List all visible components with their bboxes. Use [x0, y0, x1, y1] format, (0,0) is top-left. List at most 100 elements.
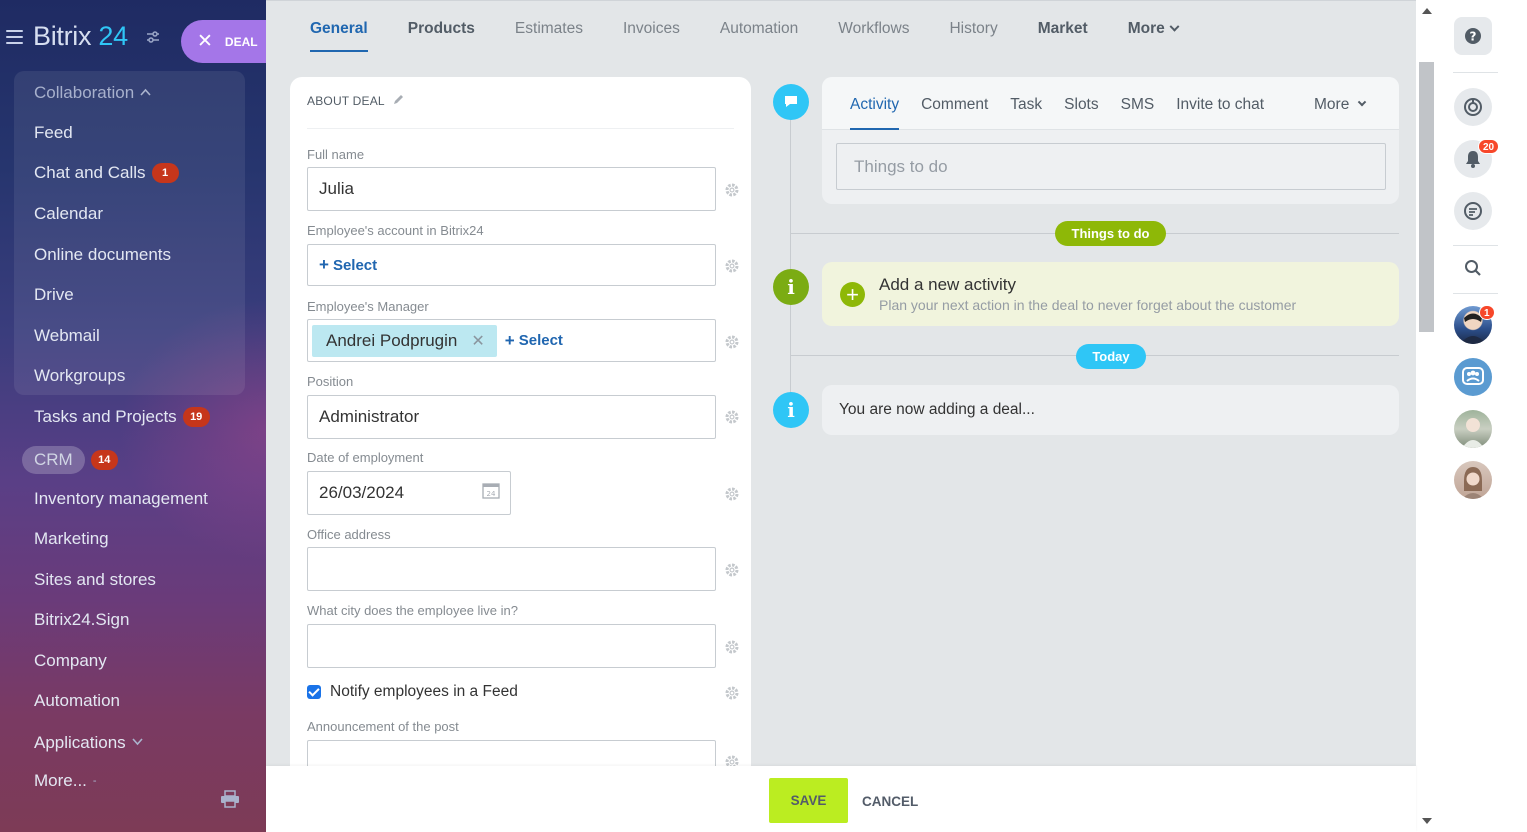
copilot-icon[interactable] — [1454, 88, 1492, 126]
menu-burger-icon[interactable] — [6, 30, 23, 44]
sidebar-item-drive[interactable]: Drive — [34, 285, 74, 305]
sidebar-item-label: Applications — [34, 733, 126, 752]
sidebar-item-chat[interactable]: Chat and Calls 1 — [34, 163, 179, 183]
gear-icon[interactable] — [724, 486, 740, 502]
sidebar-item-marketing[interactable]: Marketing — [34, 529, 109, 549]
manager-chip: Andrei Podprugin ✕ — [312, 324, 497, 357]
tab-automation[interactable]: Automation — [720, 20, 798, 52]
tab-market[interactable]: Market — [1038, 20, 1088, 52]
help-icon[interactable]: ? — [1454, 17, 1492, 55]
sidebar-item-workgroups[interactable]: Workgroups — [34, 366, 125, 386]
cancel-button[interactable]: CANCEL — [862, 794, 918, 809]
activity-more-button[interactable]: More — [1314, 96, 1367, 114]
tab-history[interactable]: History — [949, 20, 997, 52]
sidebar-item-collaboration[interactable]: Collaboration — [34, 83, 151, 103]
avatar-user-2[interactable] — [1454, 410, 1492, 448]
separator — [1453, 245, 1498, 246]
sidebar-item-label: Webmail — [34, 326, 100, 345]
office-label: Office address — [307, 527, 391, 542]
gear-icon[interactable] — [724, 182, 740, 198]
deal-close-button[interactable]: ✕ DEAL — [181, 20, 266, 63]
manager-label: Employee's Manager — [307, 299, 429, 314]
tab-invoices[interactable]: Invoices — [623, 20, 680, 52]
logo[interactable]: Bitrix 24 — [33, 21, 128, 52]
sidebar-item-calendar[interactable]: Calendar — [34, 204, 103, 224]
sidebar-item-webmail[interactable]: Webmail — [34, 326, 100, 346]
tab-general[interactable]: General — [310, 20, 368, 52]
sidebar-item-label: Marketing — [34, 529, 109, 548]
tab-estimates[interactable]: Estimates — [515, 20, 583, 52]
gear-icon[interactable] — [724, 409, 740, 425]
tab-slots[interactable]: Slots — [1064, 96, 1098, 130]
sidebar-item-automation[interactable]: Automation — [34, 691, 120, 711]
full-name-label: Full name — [307, 147, 365, 162]
printer-icon[interactable] — [220, 790, 240, 808]
sidebar-item-online-documents[interactable]: Online documents — [34, 245, 171, 265]
sidebar-item-sites[interactable]: Sites and stores — [34, 570, 156, 590]
tab-more[interactable]: More — [1128, 20, 1180, 52]
now-adding-card: You are now adding a deal... — [822, 385, 1399, 435]
gear-icon[interactable] — [724, 685, 740, 701]
tab-activity[interactable]: Activity — [850, 96, 900, 130]
city-input[interactable] — [307, 624, 716, 668]
position-input[interactable]: Administrator — [307, 395, 716, 439]
tab-comment[interactable]: Comment — [921, 96, 988, 130]
avatar-badge: 1 — [1479, 305, 1495, 320]
sidebar-item-more[interactable]: More... - — [34, 771, 97, 791]
gear-icon[interactable] — [724, 258, 740, 274]
gear-icon[interactable] — [724, 334, 740, 350]
sidebar-item-feed[interactable]: Feed — [34, 123, 73, 143]
search-icon[interactable] — [1454, 249, 1492, 287]
account-field: + Select — [307, 244, 716, 286]
today-pill: Today — [1076, 344, 1146, 369]
left-sidebar: Bitrix 24 ✕ DEAL Collaboration Feed Chat… — [0, 0, 266, 832]
chevron-down-icon — [1358, 97, 1367, 107]
office-input[interactable] — [307, 547, 716, 591]
close-icon: ✕ — [197, 31, 213, 52]
tab-task[interactable]: Task — [1010, 96, 1042, 130]
sidebar-item-label: Bitrix24.Sign — [34, 610, 130, 629]
sidebar-item-label: Tasks and Projects — [34, 407, 177, 426]
things-to-do-input[interactable]: Things to do — [836, 143, 1386, 190]
manager-field: Andrei Podprugin ✕ + Select — [307, 319, 716, 362]
calendar-icon[interactable]: 24 — [482, 482, 500, 504]
deal-tabs: General Products Estimates Invoices Auto… — [310, 20, 1218, 52]
sidebar-item-label: Collaboration — [34, 83, 135, 102]
sidebar-item-sign[interactable]: Bitrix24.Sign — [34, 610, 129, 630]
remove-icon[interactable]: ✕ — [471, 331, 484, 351]
logo-settings-icon[interactable] — [146, 30, 162, 46]
avatar-user-3[interactable] — [1454, 461, 1492, 499]
counter-badge: 19 — [182, 407, 210, 427]
page-scrollbar[interactable] — [1416, 0, 1438, 832]
tab-products[interactable]: Products — [408, 20, 475, 52]
logo-text: Bitrix — [33, 21, 92, 51]
scroll-up-arrow-icon[interactable] — [1422, 8, 1432, 14]
account-select-link[interactable]: + Select — [319, 255, 377, 275]
scroll-down-arrow-icon[interactable] — [1422, 818, 1432, 824]
sidebar-item-crm[interactable]: CRM 14 — [22, 446, 118, 474]
scroll-thumb[interactable] — [1419, 62, 1434, 332]
tab-sms[interactable]: SMS — [1121, 96, 1155, 130]
sidebar-item-tasks[interactable]: Tasks and Projects 19 — [34, 407, 210, 427]
tab-invite-to-chat[interactable]: Invite to chat — [1176, 96, 1264, 130]
sidebar-item-applications[interactable]: Applications — [34, 733, 143, 753]
plus-icon: + — [504, 330, 515, 350]
notify-checkbox[interactable] — [307, 685, 321, 699]
date-input[interactable]: 26/03/2024 24 — [307, 471, 511, 515]
sidebar-item-company[interactable]: Company — [34, 651, 107, 671]
sidebar-item-label: Drive — [34, 285, 74, 304]
manager-select-link[interactable]: + Select — [505, 331, 563, 351]
pencil-icon[interactable] — [393, 94, 404, 108]
position-label: Position — [307, 374, 354, 389]
plus-circle-icon[interactable]: + — [840, 282, 865, 307]
gear-icon[interactable] — [724, 562, 740, 578]
tab-workflows[interactable]: Workflows — [838, 20, 909, 52]
add-activity-card[interactable]: + Add a new activity Plan your next acti… — [822, 262, 1399, 326]
chat-list-icon[interactable] — [1454, 192, 1492, 230]
counter-badge: 1 — [151, 163, 179, 183]
sidebar-item-inventory[interactable]: Inventory management — [34, 489, 208, 509]
gear-icon[interactable] — [724, 639, 740, 655]
group-chat-icon[interactable] — [1454, 358, 1492, 396]
full-name-input[interactable]: Julia — [307, 167, 716, 211]
save-button[interactable]: SAVE — [769, 778, 848, 823]
